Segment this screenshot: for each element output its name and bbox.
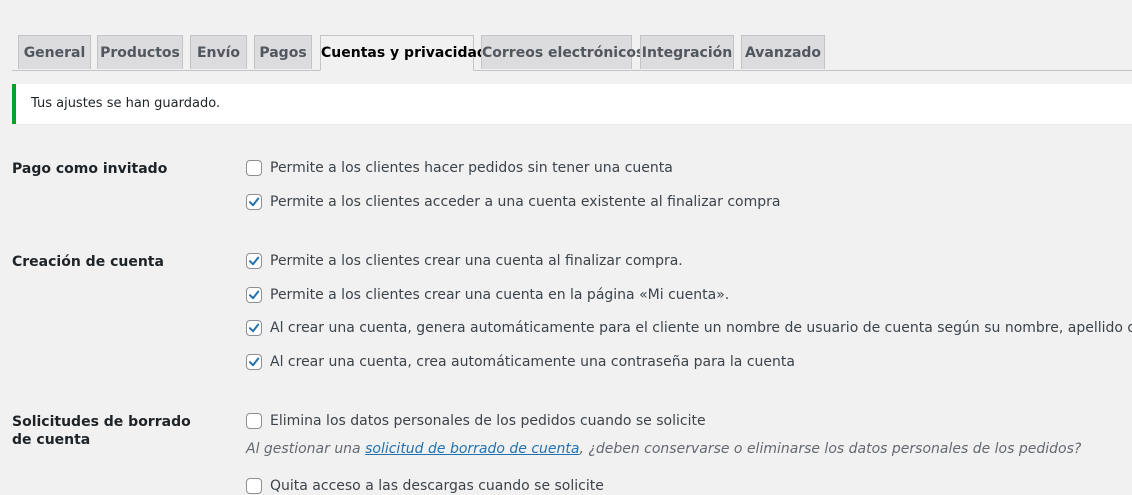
option-label[interactable]: Elimina los datos personales de los pedi… xyxy=(270,412,706,430)
notice-text: Tus ajustes se han guardado. xyxy=(31,96,221,111)
generate-username-checkbox[interactable] xyxy=(246,320,262,336)
tab-envio[interactable]: Envío xyxy=(190,35,247,69)
option-label[interactable]: Permite a los clientes crear una cuenta … xyxy=(270,252,683,270)
erasure-requests-heading: Solicitudes de borrado de cuenta xyxy=(12,414,191,448)
tab-correos-electronicos[interactable]: Correos electrónicos xyxy=(481,35,644,69)
option-label[interactable]: Permite a los clientes hacer pedidos sin… xyxy=(270,159,673,177)
settings-tabs: General Productos Envío Pagos Cuentas y … xyxy=(12,35,1132,71)
settings-saved-notice: Tus ajustes se han guardado. xyxy=(12,84,1132,124)
option-label[interactable]: Permite a los clientes acceder a una cue… xyxy=(270,193,780,211)
checkmark-icon xyxy=(249,323,260,333)
option-label[interactable]: Al crear una cuenta, crea automáticament… xyxy=(270,353,795,371)
create-account-my-account-checkbox[interactable] xyxy=(246,287,262,303)
checkmark-icon xyxy=(249,357,260,367)
generate-password-checkbox[interactable] xyxy=(246,354,262,370)
tab-cuentas-y-privacidad[interactable]: Cuentas y privacidad xyxy=(320,35,487,71)
description-prefix: Al gestionar una xyxy=(246,441,366,457)
tab-productos[interactable]: Productos xyxy=(97,35,183,69)
remove-order-personal-data-checkbox[interactable] xyxy=(246,413,262,429)
erasure-request-link[interactable]: solicitud de borrado de cuenta xyxy=(365,441,579,457)
tab-avanzado[interactable]: Avanzado xyxy=(741,35,825,69)
guest-checkout-heading: Pago como invitado xyxy=(12,161,168,177)
account-creation-heading: Creación de cuenta xyxy=(12,254,164,270)
tab-pagos[interactable]: Pagos xyxy=(254,35,312,69)
checkmark-icon xyxy=(249,197,260,207)
description-suffix: , ¿deben conservarse o eliminarse los da… xyxy=(579,441,1082,457)
option-label[interactable]: Permite a los clientes crear una cuenta … xyxy=(270,286,729,304)
create-account-at-checkout-checkbox[interactable] xyxy=(246,253,262,269)
tab-general[interactable]: General xyxy=(18,35,91,69)
option-label[interactable]: Quita acceso a las descargas cuando se s… xyxy=(270,477,604,495)
settings-page: General Productos Envío Pagos Cuentas y … xyxy=(0,0,1132,495)
remove-download-access-checkbox[interactable] xyxy=(246,478,262,494)
tab-integracion[interactable]: Integración xyxy=(640,35,734,69)
checkmark-icon xyxy=(249,256,260,266)
option-label[interactable]: Al crear una cuenta, genera automáticame… xyxy=(270,319,1132,337)
login-existing-account-checkbox[interactable] xyxy=(246,194,262,210)
guest-order-without-account-checkbox[interactable] xyxy=(246,160,262,176)
checkmark-icon xyxy=(249,290,260,300)
erasure-description: Al gestionar una solicitud de borrado de… xyxy=(246,441,1081,457)
